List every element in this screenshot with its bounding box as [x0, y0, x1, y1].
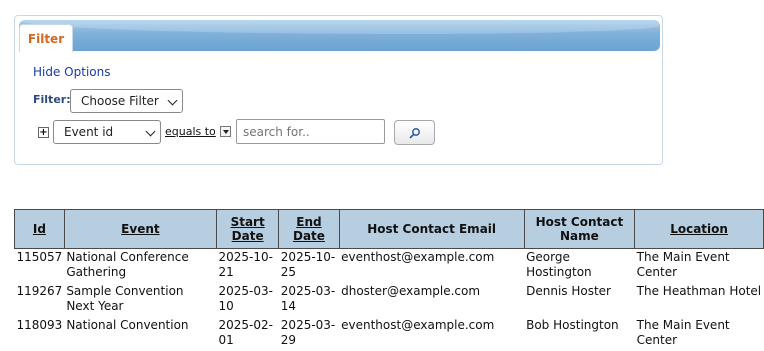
cell-email: eventhost@example.com: [341, 250, 495, 264]
cell-end-date: 2025-10-25: [280, 250, 336, 279]
column-header-host-name: Host Contact Name: [523, 209, 636, 249]
cell-event: National Conference Gathering: [66, 250, 189, 279]
column-header-label: Host Contact Name: [535, 215, 624, 243]
column-header-label: Location: [670, 222, 728, 236]
field-select[interactable]: Event id: [53, 120, 161, 144]
chevron-down-icon: [145, 126, 156, 137]
column-header-start-date[interactable]: Start Date: [215, 209, 280, 249]
search-icon: [409, 127, 420, 138]
operator-dropdown-icon[interactable]: [220, 126, 231, 137]
cell-host-name: Dennis Hoster: [526, 284, 611, 298]
hide-options-link[interactable]: Hide Options: [33, 65, 110, 79]
cell-start-date: 2025-10-21: [218, 250, 273, 279]
cell-host-name: George Hostington: [526, 250, 592, 279]
cell-email: dhoster@example.com: [341, 284, 481, 298]
cell-start-date: 2025-03-10: [218, 284, 273, 313]
table-row[interactable]: 115057 National Conference Gathering 202…: [15, 249, 764, 284]
column-header-label: Host Contact Email: [367, 222, 497, 236]
tab-filter[interactable]: Filter: [19, 24, 73, 52]
column-header-label: Event: [121, 222, 160, 236]
cell-location: The Main Event Center: [636, 250, 730, 279]
header-wave: [19, 20, 660, 34]
filter-panel-header: [19, 20, 660, 51]
column-header-host-email: Host Contact Email: [338, 209, 525, 249]
filter-label: Filter:: [33, 93, 71, 106]
operator-link[interactable]: equals to: [165, 125, 216, 138]
choose-filter-value: Choose Filter: [81, 94, 159, 108]
cell-end-date: 2025-03-14: [280, 284, 336, 313]
column-header-event[interactable]: Event: [63, 209, 217, 249]
search-input[interactable]: [236, 119, 385, 144]
plus-icon[interactable]: +: [38, 127, 49, 138]
column-header-label: Id: [32, 222, 46, 236]
table-row[interactable]: 119267 Sample Convention Next Year 2025-…: [15, 283, 764, 317]
results-table: Id Event Start Date End Date Host Contac…: [14, 209, 764, 351]
filter-panel: Filter Hide Options Filter: Choose Filte…: [14, 15, 663, 165]
column-header-location[interactable]: Location: [634, 209, 764, 249]
column-header-label: Start Date: [230, 215, 265, 243]
table-header-row: Id Event Start Date End Date Host Contac…: [14, 209, 764, 249]
column-header-end-date[interactable]: End Date: [278, 209, 340, 249]
cell-id: 115057: [16, 250, 63, 264]
cell-id: 119267: [16, 284, 63, 298]
field-select-value: Event id: [64, 125, 114, 139]
cell-event: Sample Convention Next Year: [66, 284, 184, 313]
choose-filter-select[interactable]: Choose Filter: [70, 89, 183, 113]
chevron-down-icon: [167, 95, 178, 106]
cell-location: The Heathman Hotel: [636, 284, 762, 298]
search-button[interactable]: [394, 120, 435, 145]
column-header-id[interactable]: Id: [14, 209, 65, 249]
column-header-label: End Date: [292, 215, 325, 243]
